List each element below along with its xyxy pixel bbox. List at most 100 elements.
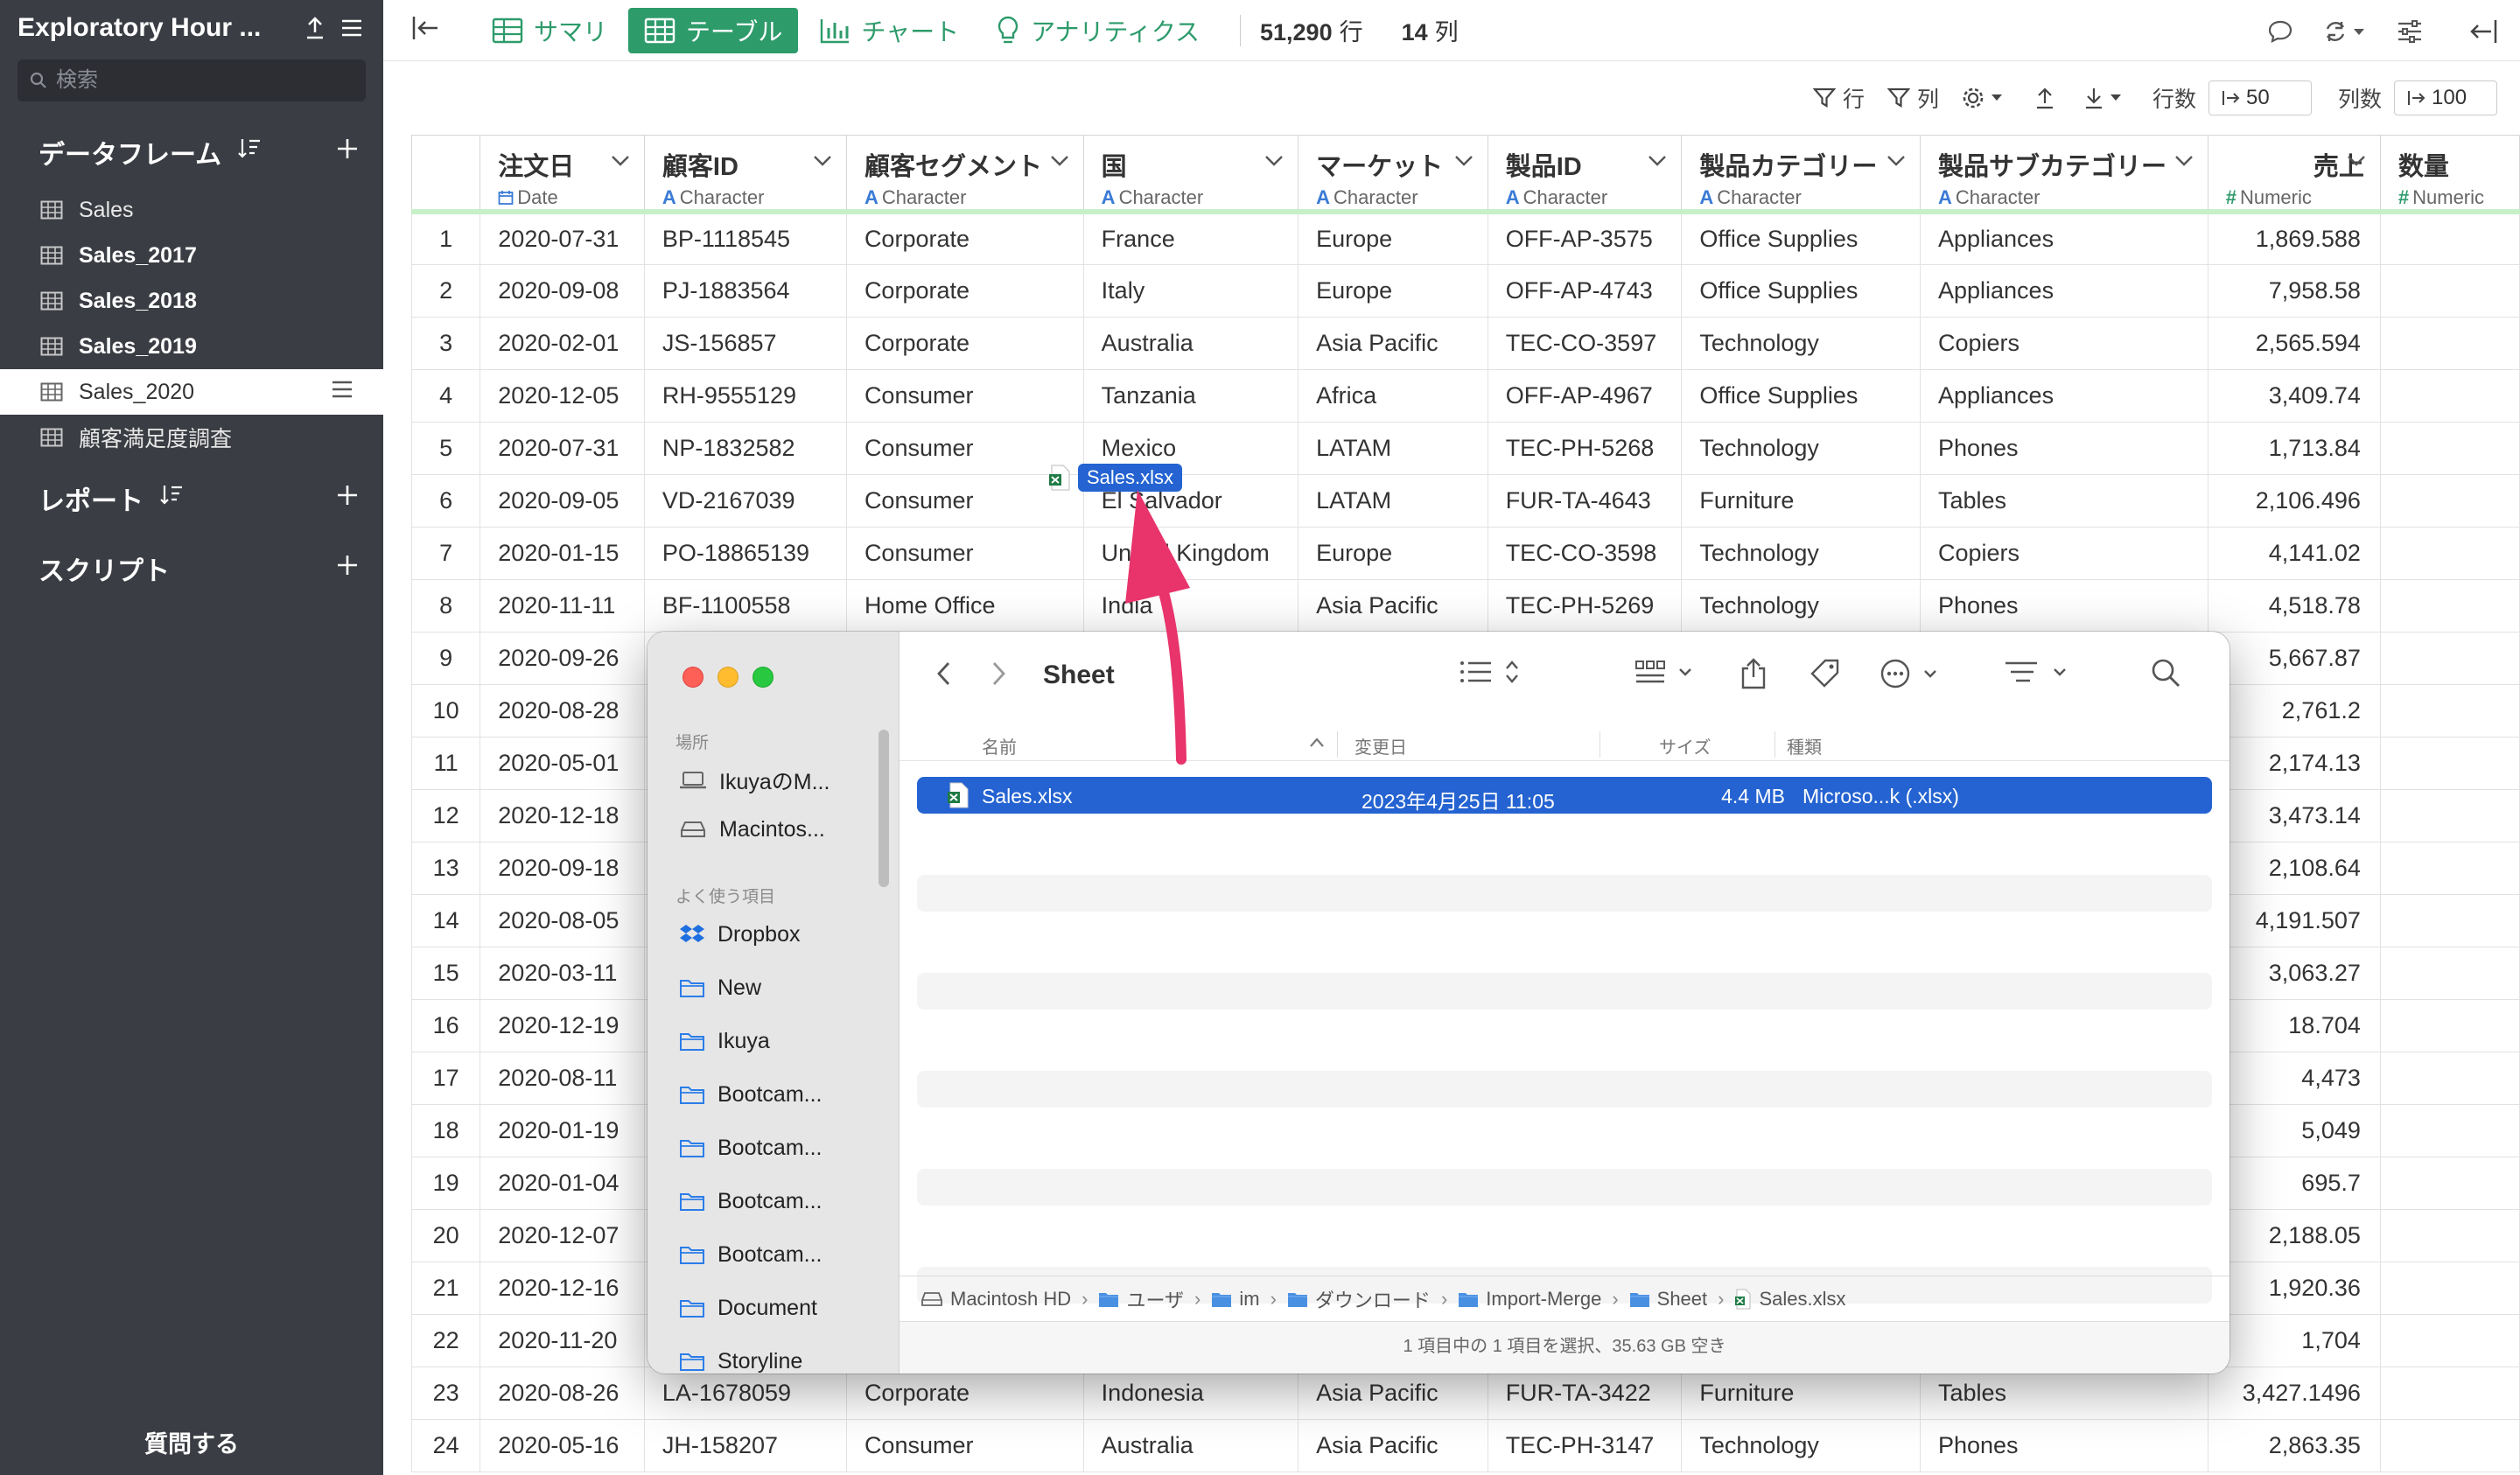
table-cell[interactable]: 18.704 (2207, 998, 2381, 1052)
table-cell[interactable]: Tables (1919, 473, 2208, 528)
table-cell[interactable]: Office Supplies (1681, 368, 1921, 423)
sidebar-item-dataframe[interactable]: Sales_2018 (0, 278, 383, 324)
table-cell[interactable]: 3,063.27 (2207, 946, 2381, 1000)
table-cell[interactable]: 2020-03-11 (480, 946, 645, 1000)
tab-chart[interactable]: チャート (803, 8, 975, 53)
table-cell[interactable]: BP-1118545 (643, 211, 847, 265)
table-cell[interactable]: Europe (1298, 211, 1488, 265)
table-cell[interactable]: BF-1100558 (643, 578, 847, 633)
column-header[interactable]: 製品カテゴリー A Character (1681, 135, 1921, 214)
sidebar-item-favorite[interactable]: Bootcam... (679, 1077, 822, 1112)
table-cell[interactable]: 4,191.507 (2207, 893, 2381, 947)
row-number[interactable]: 16 (411, 998, 481, 1052)
table-cell[interactable]: 4,141.02 (2207, 526, 2381, 580)
table-cell[interactable] (2379, 368, 2520, 423)
row-number[interactable]: 23 (411, 1366, 481, 1420)
table-cell[interactable] (2379, 946, 2520, 1000)
table-cell[interactable]: 2020-01-04 (480, 1156, 645, 1210)
table-cell[interactable]: 3,473.14 (2207, 788, 2381, 842)
ask-question-button[interactable]: 質問する (0, 1425, 383, 1459)
table-cell[interactable]: Asia Pacific (1298, 316, 1488, 370)
row-number[interactable]: 9 (411, 631, 481, 685)
table-cell[interactable]: 5,667.87 (2207, 631, 2381, 685)
sidebar-item-favorite[interactable]: Bootcam... (679, 1130, 822, 1165)
table-cell[interactable]: JS-156857 (643, 316, 847, 370)
tag-icon[interactable] (1810, 658, 1841, 689)
table-cell[interactable]: 2020-08-11 (480, 1051, 645, 1105)
table-cell[interactable]: 2020-12-07 (480, 1208, 645, 1262)
column-size[interactable]: サイズ (1659, 733, 1711, 758)
sidebar-item-dataframe[interactable]: 顧客満足度調査 (0, 415, 383, 460)
table-cell[interactable]: 2,108.64 (2207, 841, 2381, 895)
table-cell[interactable] (2379, 316, 2520, 370)
table-cell[interactable]: Consumer (845, 526, 1084, 580)
table-cell[interactable]: Europe (1298, 263, 1488, 318)
column-divider[interactable] (1774, 731, 1775, 758)
sidebar-item-favorite[interactable]: Document (679, 1290, 817, 1325)
refresh-icon[interactable] (2319, 12, 2371, 51)
sidebar-search[interactable] (18, 59, 366, 101)
collapse-right-icon[interactable] (2464, 12, 2502, 51)
table-cell[interactable] (2379, 526, 2520, 580)
row-number[interactable]: 20 (411, 1208, 481, 1262)
sort-icon[interactable] (237, 137, 262, 167)
table-cell[interactable]: 2020-08-05 (480, 893, 645, 947)
table-row[interactable]: 8 2020-11-11 BF-1100558 Home Office India Asi… (411, 578, 2520, 633)
sidebar-item-macbook[interactable]: IkuyaのM... (679, 763, 830, 798)
table-cell[interactable]: 2020-01-15 (480, 526, 645, 580)
sidebar-item-dataframe[interactable]: Sales_2020 (0, 369, 383, 415)
chevron-down-icon[interactable] (2174, 155, 2194, 167)
table-cell[interactable]: Australia (1082, 1418, 1299, 1472)
table-cell[interactable]: Indonesia (1082, 1366, 1299, 1420)
table-row[interactable]: 3 2020-02-01 JS-156857 Corporate Australia As… (411, 316, 2520, 370)
table-cell[interactable]: 2,761.2 (2207, 683, 2381, 738)
table-cell[interactable]: Technology (1681, 421, 1921, 475)
table-cell[interactable]: Australia (1082, 316, 1299, 370)
table-cell[interactable]: OFF-AP-4967 (1487, 368, 1683, 423)
table-row[interactable]: 7 2020-01-15 PO-18865139 Consumer United Kin… (411, 526, 2520, 580)
table-row[interactable]: 5 2020-07-31 NP-1832582 Consumer Mexico LATAM… (411, 421, 2520, 475)
table-cell[interactable]: 2,174.13 (2207, 736, 2381, 790)
table-cell[interactable]: 4,518.78 (2207, 578, 2381, 633)
table-cell[interactable]: 2020-02-01 (480, 316, 645, 370)
column-header[interactable]: 顧客セグメント A Character (845, 135, 1084, 214)
path-component[interactable]: Sheet › (1629, 1288, 1735, 1311)
row-number[interactable]: 10 (411, 683, 481, 738)
table-cell[interactable] (2379, 421, 2520, 475)
column-header[interactable]: 製品サブカテゴリー A Character (1919, 135, 2208, 214)
table-cell[interactable] (2379, 1208, 2520, 1262)
table-row[interactable]: 6 2020-09-05 VD-2167039 Consumer El Salvador… (411, 473, 2520, 528)
table-cell[interactable]: Europe (1298, 526, 1488, 580)
table-cell[interactable]: TEC-CO-3598 (1487, 526, 1683, 580)
rows-limit-input[interactable]: 50 (2208, 80, 2312, 115)
chevron-down-icon[interactable] (1454, 155, 1474, 167)
row-number[interactable]: 7 (411, 526, 481, 580)
add-script-icon[interactable] (336, 554, 359, 584)
column-header[interactable]: 注文日 Date (480, 135, 645, 214)
gear-menu-button[interactable] (1962, 86, 2012, 110)
grid-group-icon[interactable] (1634, 658, 1699, 686)
row-number[interactable]: 6 (411, 473, 481, 528)
table-cell[interactable] (2379, 1156, 2520, 1210)
table-cell[interactable] (2379, 211, 2520, 265)
table-cell[interactable]: Consumer (845, 1418, 1084, 1472)
table-cell[interactable]: TEC-PH-5268 (1487, 421, 1683, 475)
table-cell[interactable] (2379, 473, 2520, 528)
sidebar-item-favorite[interactable]: Dropbox (679, 917, 801, 952)
table-cell[interactable]: 2020-05-01 (480, 736, 645, 790)
table-cell[interactable]: 2020-09-18 (480, 841, 645, 895)
chevron-down-icon[interactable] (611, 155, 630, 167)
table-cell[interactable] (2379, 683, 2520, 738)
table-cell[interactable]: Asia Pacific (1298, 578, 1488, 633)
table-cell[interactable]: 2020-12-19 (480, 998, 645, 1052)
upload-icon[interactable] (299, 12, 331, 44)
row-number[interactable]: 17 (411, 1051, 481, 1105)
row-number[interactable]: 8 (411, 578, 481, 633)
table-cell[interactable]: 3,427.1496 (2207, 1366, 2381, 1420)
table-cell[interactable]: TEC-PH-3147 (1487, 1418, 1683, 1472)
more-actions-icon[interactable] (1880, 658, 1944, 689)
back-icon[interactable] (934, 661, 954, 691)
share-icon[interactable] (1740, 658, 1768, 689)
table-cell[interactable]: 1,713.84 (2207, 421, 2381, 475)
table-cell[interactable] (2379, 1261, 2520, 1315)
